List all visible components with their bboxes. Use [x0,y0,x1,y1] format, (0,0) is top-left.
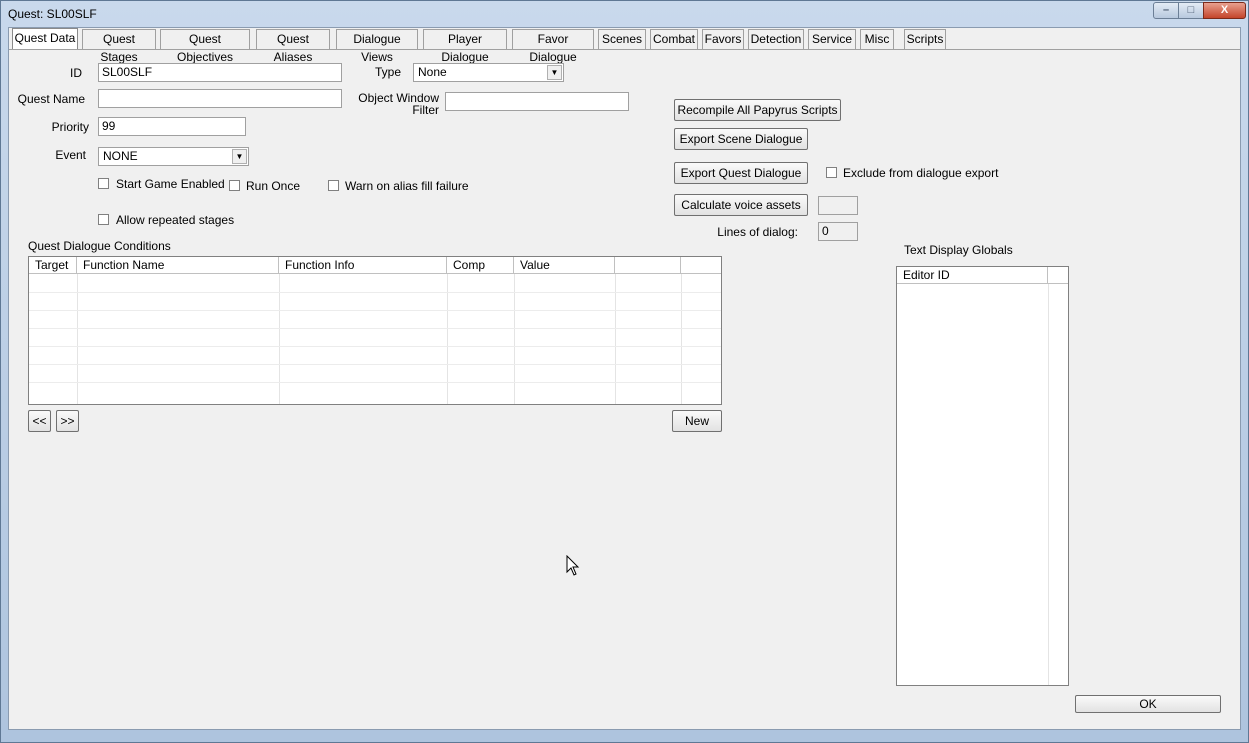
quest-name-field[interactable] [98,89,342,108]
tab-player-dialogue[interactable]: Player Dialogue [423,29,507,64]
mouse-pointer-icon [566,555,580,576]
tab-quest-aliases[interactable]: Quest Aliases [256,29,330,64]
allow-repeated-label: Allow repeated stages [116,213,235,227]
tab-dialogue-views[interactable]: Dialogue Views [336,29,418,64]
grid-line [681,274,682,404]
voice-assets-field [818,196,858,215]
event-value: NONE [103,149,138,163]
grid-line [615,274,616,404]
chevron-down-icon[interactable]: ▼ [232,149,247,164]
tab-scripts[interactable]: Scripts [904,29,946,49]
maximize-button[interactable]: □ [1178,2,1204,19]
column-header-editor-id[interactable]: Editor ID [897,267,1048,284]
grid-row-line [29,346,721,347]
column-header-target[interactable]: Target [29,257,77,274]
grid-line [1048,284,1049,685]
run-once-checkbox[interactable] [229,180,240,191]
ok-button[interactable]: OK [1075,695,1221,713]
grid-line [447,274,448,404]
grid-line [279,274,280,404]
tab-divider [9,49,1240,50]
close-button[interactable]: X [1203,2,1246,19]
tab-favors[interactable]: Favors [702,29,744,49]
id-field[interactable]: SL00SLF [98,63,342,82]
export-scene-dialogue-button[interactable]: Export Scene Dialogue [674,128,808,150]
quest-name-label: Quest Name [17,92,85,106]
client-area: Quest Data Quest Stages Quest Objectives… [8,27,1241,730]
window-title: Quest: SL00SLF [8,7,97,21]
warn-alias-checkbox[interactable] [328,180,339,191]
new-button[interactable]: New [672,410,722,432]
close-icon: X [1220,4,1229,16]
column-header-function-info[interactable]: Function Info [279,257,447,274]
grid-row-line [29,364,721,365]
tab-quest-stages[interactable]: Quest Stages [82,29,156,64]
tab-favor-dialogue[interactable]: Favor Dialogue [512,29,594,64]
chevron-down-icon[interactable]: ▼ [547,65,562,80]
grid-row-line [29,328,721,329]
object-window-filter-label: Filter [412,103,439,117]
priority-label: Priority [51,120,89,134]
prev-button[interactable]: << [28,410,51,432]
allow-repeated-checkbox[interactable] [98,214,109,225]
tab-misc[interactable]: Misc [860,29,894,49]
conditions-table[interactable]: Target Function Name Function Info Comp … [28,256,722,405]
column-header-value[interactable]: Value [514,257,615,274]
conditions-title: Quest Dialogue Conditions [28,239,171,253]
maximize-icon: □ [1187,4,1195,16]
text-display-globals-title: Text Display Globals [904,243,1013,257]
type-value: None [418,65,447,79]
type-select[interactable]: None ▼ [413,63,564,82]
run-once-label: Run Once [246,179,301,193]
tab-service[interactable]: Service [808,29,856,49]
priority-field[interactable]: 99 [98,117,246,136]
exclude-export-label: Exclude from dialogue export [843,166,999,180]
column-header-comp[interactable]: Comp [447,257,514,274]
column-header-extra[interactable] [615,257,681,274]
lines-of-dialog-label: Lines of dialog: [717,225,798,239]
recompile-scripts-button[interactable]: Recompile All Papyrus Scripts [674,99,841,121]
id-label: ID [70,66,82,80]
object-window-filter-field[interactable] [445,92,629,111]
type-label: Type [375,65,402,79]
grid-line [77,274,78,404]
grid-row-line [29,292,721,293]
tab-detection[interactable]: Detection [748,29,804,49]
tab-combat[interactable]: Combat [650,29,698,49]
tab-quest-objectives[interactable]: Quest Objectives [160,29,250,64]
quest-window: Quest: SL00SLF – □ X Quest Data Quest St… [0,0,1249,743]
start-game-enabled-label: Start Game Enabled [116,177,225,191]
text-display-globals-list[interactable]: Editor ID [896,266,1069,686]
grid-line [514,274,515,404]
column-header-filler [681,257,721,274]
event-label: Event [55,148,86,162]
event-select[interactable]: NONE ▼ [98,147,249,166]
column-header-filler [1048,267,1068,284]
next-button[interactable]: >> [56,410,79,432]
minimize-icon: – [1162,4,1170,16]
tab-quest-data[interactable]: Quest Data [12,28,78,50]
minimize-button[interactable]: – [1153,2,1179,19]
export-quest-dialogue-button[interactable]: Export Quest Dialogue [674,162,808,184]
tab-scenes[interactable]: Scenes [598,29,646,49]
exclude-export-checkbox[interactable] [826,167,837,178]
start-game-enabled-checkbox[interactable] [98,178,109,189]
calculate-voice-assets-button[interactable]: Calculate voice assets [674,194,808,216]
grid-row-line [29,310,721,311]
title-bar[interactable]: Quest: SL00SLF – □ X [1,1,1248,27]
grid-row-line [29,382,721,383]
column-header-function-name[interactable]: Function Name [77,257,279,274]
lines-of-dialog-field: 0 [818,222,858,241]
warn-alias-label: Warn on alias fill failure [345,179,469,193]
